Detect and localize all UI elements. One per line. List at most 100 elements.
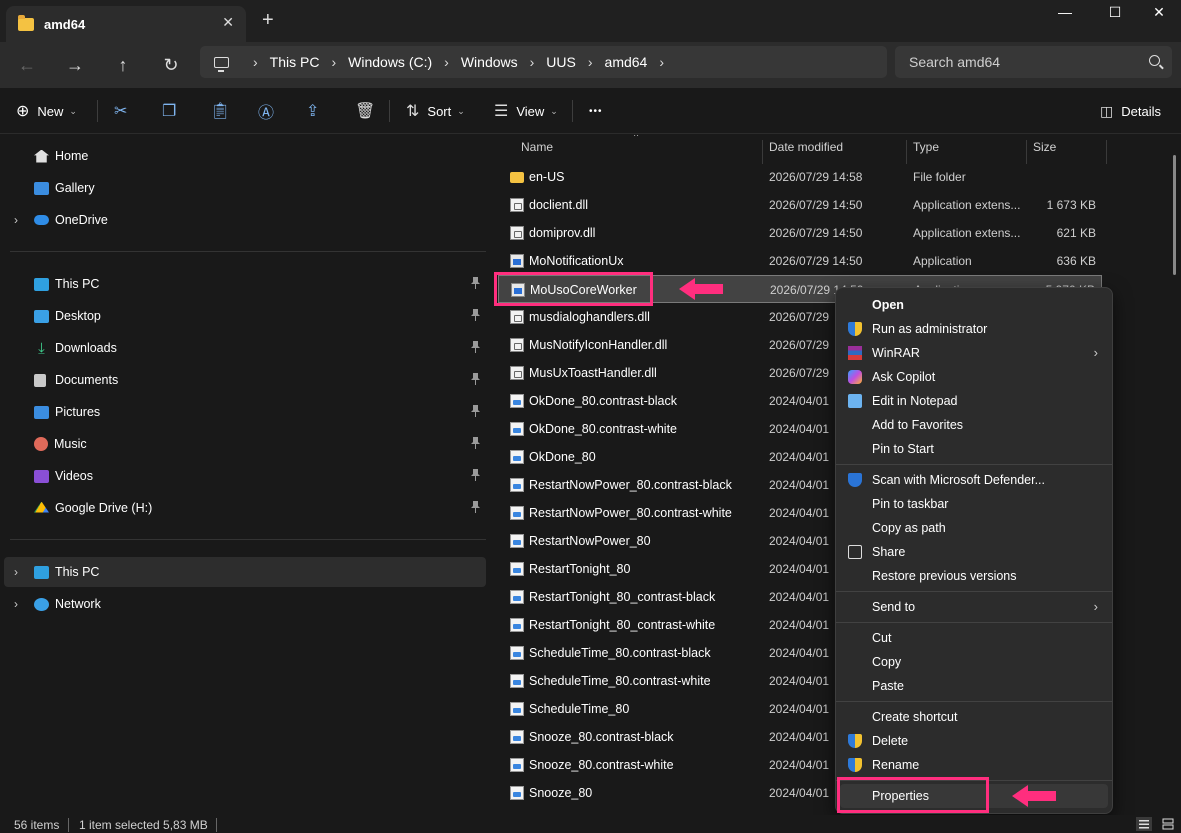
pin-icon[interactable] <box>471 469 480 481</box>
details-view-icon[interactable] <box>1136 817 1152 831</box>
breadcrumb-amd64[interactable]: amd64 <box>605 54 648 70</box>
sidebar-item-home[interactable]: Home <box>4 141 486 171</box>
sidebar-item-desktop[interactable]: Desktop <box>4 301 486 331</box>
back-button[interactable]: ← <box>14 52 40 78</box>
delete-button[interactable]: 🗑︎ <box>355 100 383 122</box>
menu-item-paste[interactable]: Paste <box>840 674 1108 698</box>
close-window-button[interactable]: ✕ <box>1136 4 1181 24</box>
sidebar-item-this-pc-pinned[interactable]: This PC <box>4 269 486 299</box>
column-header-name[interactable]: Name <box>521 140 553 154</box>
file-row[interactable]: doclient.dll 2026/07/29 14:50 Application … <box>498 191 1102 219</box>
menu-item-pin-to-taskbar[interactable]: Pin to taskbar <box>840 492 1108 516</box>
cut-button[interactable]: ✂ <box>114 100 135 122</box>
sidebar-item-videos[interactable]: Videos <box>4 461 486 491</box>
trash-icon: 🗑︎ <box>355 103 376 120</box>
column-header-size[interactable]: Size <box>1033 140 1056 154</box>
pin-icon[interactable] <box>471 341 480 353</box>
pin-icon[interactable] <box>471 437 480 449</box>
menu-item-pin-to-start[interactable]: Pin to Start <box>840 437 1108 461</box>
breadcrumb-separator[interactable]: › <box>588 54 593 70</box>
sidebar-item-music[interactable]: Music <box>4 429 486 459</box>
file-row[interactable]: MoNotificationUx 2026/07/29 14:50 Applicat… <box>498 247 1102 275</box>
file-name: Snooze_80 <box>529 786 593 800</box>
column-divider[interactable] <box>1106 140 1107 164</box>
menu-item-send-to[interactable]: Send to › <box>840 595 1108 619</box>
menu-item-delete[interactable]: Delete <box>840 729 1108 753</box>
view-button[interactable]: ☰ View ⌄ <box>494 100 558 122</box>
column-divider[interactable] <box>762 140 763 164</box>
menu-item-cut[interactable]: Cut <box>840 626 1108 650</box>
breadcrumb-separator[interactable]: › <box>444 54 449 70</box>
pin-icon[interactable] <box>471 373 480 385</box>
chevron-right-icon[interactable]: › <box>14 213 18 227</box>
menu-item-scan-with-microsoft-defender[interactable]: Scan with Microsoft Defender... <box>840 468 1108 492</box>
minimize-button[interactable]: — <box>1042 4 1088 24</box>
forward-button[interactable]: → <box>62 52 88 78</box>
sidebar-item-pictures[interactable]: Pictures <box>4 397 486 427</box>
chevron-right-icon[interactable]: › <box>14 597 18 611</box>
rename-button[interactable]: Ⓐ <box>258 100 282 122</box>
new-tab-button[interactable]: + <box>262 10 274 30</box>
menu-item-ask-copilot[interactable]: Ask Copilot <box>840 365 1108 389</box>
vertical-scrollbar[interactable] <box>1169 135 1181 815</box>
up-button[interactable]: ↑ <box>110 52 136 78</box>
menu-item-open[interactable]: Open <box>840 293 1108 317</box>
file-row[interactable]: en-US 2026/07/29 14:58 File folder <box>498 163 1102 191</box>
status-bar: 56 items 1 item selected 5,83 MB <box>0 815 1181 833</box>
menu-item-rename[interactable]: Rename <box>840 753 1108 777</box>
menu-item-label: Rename <box>872 758 920 772</box>
tab-amd64[interactable]: amd64 ✕ <box>6 6 246 42</box>
menu-item-copy-as-path[interactable]: Copy as path <box>840 516 1108 540</box>
column-header-date[interactable]: Date modified <box>769 140 843 154</box>
refresh-button[interactable]: ↻ <box>158 52 184 78</box>
pin-icon[interactable] <box>471 405 480 417</box>
breadcrumb-separator[interactable]: › <box>530 54 535 70</box>
menu-item-label: WinRAR <box>872 346 920 360</box>
menu-item-create-shortcut[interactable]: Create shortcut <box>840 705 1108 729</box>
scrollbar-thumb[interactable] <box>1173 155 1176 275</box>
pin-icon[interactable] <box>471 277 480 289</box>
pin-icon[interactable] <box>471 309 480 321</box>
column-header-type[interactable]: Type <box>913 140 939 154</box>
maximize-button[interactable]: ☐ <box>1092 4 1138 24</box>
details-pane-button[interactable]: ◫ Details <box>1100 100 1161 122</box>
breadcrumb-separator[interactable]: › <box>659 54 664 70</box>
sort-button[interactable]: ⇅ Sort ⌄ <box>406 100 465 122</box>
search-icon[interactable] <box>1149 55 1160 66</box>
breadcrumb-this-pc[interactable]: This PC <box>270 54 320 70</box>
breadcrumb-uus[interactable]: UUS <box>546 54 576 70</box>
menu-item-share[interactable]: Share <box>840 540 1108 564</box>
pin-icon[interactable] <box>471 501 480 513</box>
search-input[interactable] <box>909 54 1129 70</box>
sidebar-item-gallery[interactable]: Gallery <box>4 173 486 203</box>
new-button[interactable]: ⊕ New ⌄ <box>16 100 77 122</box>
sidebar-item-this-pc[interactable]: › This PC <box>4 557 486 587</box>
sidebar-item-google-drive[interactable]: Google Drive (H:) <box>4 493 486 523</box>
sidebar-item-network[interactable]: › Network <box>4 589 486 619</box>
command-bar: ⊕ New ⌄ ✂ ❐ 📋︎ Ⓐ ⇪ 🗑︎ ⇅ Sort ⌄ ☰ View ⌄ … <box>0 88 1181 134</box>
sidebar-item-documents[interactable]: Documents <box>4 365 486 395</box>
chevron-right-icon[interactable]: › <box>14 565 18 579</box>
menu-item-restore-previous-versions[interactable]: Restore previous versions <box>840 564 1108 588</box>
column-divider[interactable] <box>906 140 907 164</box>
copy-button[interactable]: ❐ <box>162 100 184 122</box>
breadcrumb-windows-c[interactable]: Windows (C:) <box>348 54 432 70</box>
more-options-button[interactable]: ••• <box>589 100 603 122</box>
column-divider[interactable] <box>1026 140 1027 164</box>
menu-item-winrar[interactable]: WinRAR › <box>840 341 1108 365</box>
breadcrumb-windows[interactable]: Windows <box>461 54 518 70</box>
tiles-view-icon[interactable] <box>1160 817 1176 831</box>
sidebar-item-onedrive[interactable]: › OneDrive <box>4 205 486 235</box>
file-row[interactable]: domiprov.dll 2026/07/29 14:50 Application … <box>498 219 1102 247</box>
menu-item-run-as-administrator[interactable]: Run as administrator <box>840 317 1108 341</box>
menu-item-add-to-favorites[interactable]: Add to Favorites <box>840 413 1108 437</box>
menu-item-copy[interactable]: Copy <box>840 650 1108 674</box>
share-button[interactable]: ⇪ <box>306 100 327 122</box>
tab-close-button[interactable]: ✕ <box>222 14 234 31</box>
breadcrumb-separator[interactable]: › <box>331 54 336 70</box>
address-bar[interactable]: › This PC › Windows (C:) › Windows › UUS… <box>200 46 887 78</box>
paste-button[interactable]: 📋︎ <box>210 100 238 122</box>
file-type: File folder <box>913 170 966 184</box>
sidebar-item-downloads[interactable]: ⤓ Downloads <box>4 333 486 363</box>
menu-item-edit-in-notepad[interactable]: Edit in Notepad <box>840 389 1108 413</box>
